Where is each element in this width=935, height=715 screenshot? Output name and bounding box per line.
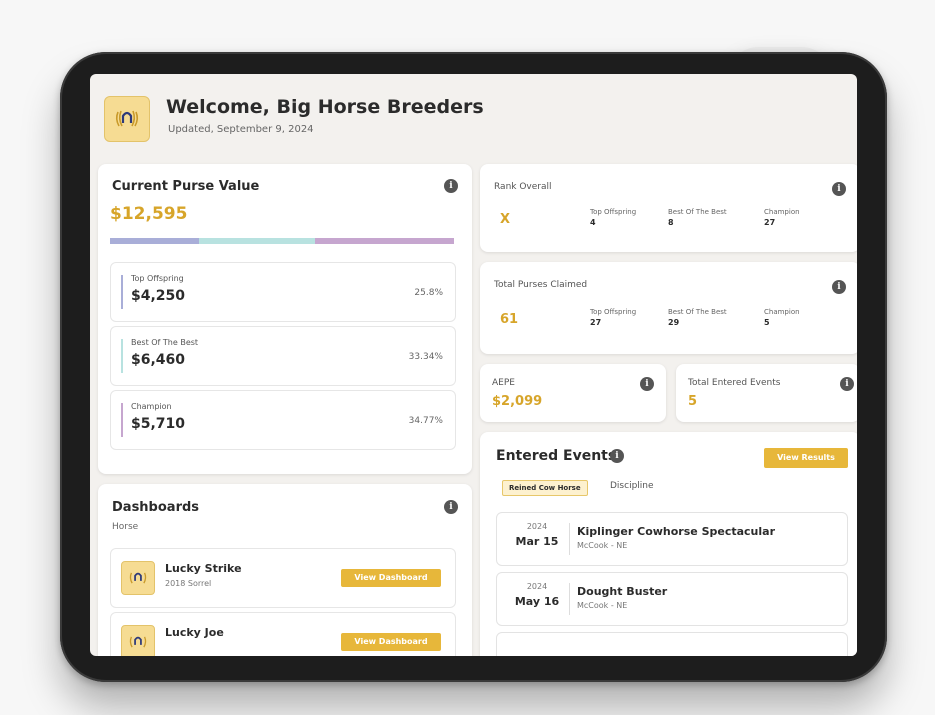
bar-segment-top-offspring — [110, 238, 200, 244]
claimed-stat-value: 27 — [590, 318, 602, 327]
rank-stat-value: 4 — [590, 218, 596, 227]
purse-item-percent: 34.77% — [408, 416, 443, 426]
info-icon[interactable]: i — [832, 182, 846, 196]
view-dashboard-button[interactable]: View Dashboard — [341, 633, 441, 651]
info-icon[interactable]: i — [832, 280, 846, 294]
horse-item[interactable]: Lucky Joe View Dashboard — [110, 612, 456, 656]
discipline-label: Discipline — [610, 481, 654, 491]
purse-item-top-offspring: Top Offspring $4,250 25.8% — [110, 262, 456, 322]
aepe-value: $2,099 — [492, 394, 543, 409]
claimed-stat-value: 5 — [764, 318, 770, 327]
purse-item-best-of-the-best: Best Of The Best $6,460 33.34% — [110, 326, 456, 386]
purse-item-label: Top Offspring — [131, 274, 184, 283]
accent-bar — [121, 339, 123, 373]
horse-item[interactable]: Lucky Strike 2018 Sorrel View Dashboard — [110, 548, 456, 608]
claimed-title: Total Purses Claimed — [494, 280, 588, 290]
page-title: Welcome, Big Horse Breeders — [166, 96, 484, 118]
info-icon[interactable]: i — [840, 377, 854, 391]
rank-overall-card: Rank Overall i X Top Offspring 4 Best Of… — [480, 164, 857, 252]
horse-logo-icon — [121, 625, 155, 656]
entered-total-value: 5 — [688, 394, 698, 409]
horse-name: Lucky Joe — [165, 626, 224, 639]
event-name: Dought Buster — [577, 585, 668, 598]
event-item[interactable]: 2024 May 16 Dought Buster McCook - NE — [496, 572, 848, 626]
claimed-stat-label: Top Offspring — [590, 308, 637, 316]
claimed-value: 61 — [500, 312, 519, 327]
purse-value: $12,595 — [110, 204, 188, 224]
purse-item-amount: $4,250 — [131, 288, 186, 304]
entered-events-card: Entered Events i View Results Reined Cow… — [480, 432, 857, 656]
purse-item-champion: Champion $5,710 34.77% — [110, 390, 456, 450]
claimed-stat-label: Champion — [764, 308, 800, 316]
aepe-title: AEPE — [492, 378, 515, 388]
entered-total-title: Total Entered Events — [688, 378, 781, 388]
brand-logo-icon — [104, 96, 150, 142]
bar-segment-best-of-the-best — [199, 238, 315, 244]
info-icon[interactable]: i — [444, 500, 458, 514]
purse-item-label: Best Of The Best — [131, 338, 199, 347]
bar-segment-champion — [314, 238, 454, 244]
event-date: Mar 15 — [515, 535, 559, 548]
dashboards-subtitle: Horse — [112, 522, 139, 532]
app-screen: Welcome, Big Horse Breeders Updated, Sep… — [90, 74, 857, 656]
dashboards-title: Dashboards — [112, 500, 200, 515]
purse-item-amount: $6,460 — [131, 352, 186, 368]
event-location: McCook - NE — [577, 541, 628, 550]
tablet-frame: Welcome, Big Horse Breeders Updated, Sep… — [60, 52, 887, 682]
rank-stat-label: Top Offspring — [590, 208, 637, 216]
aepe-card: AEPE i $2,099 — [480, 364, 666, 422]
purse-item-percent: 33.34% — [408, 352, 443, 362]
divider — [569, 523, 570, 555]
claimed-stat-label: Best Of The Best — [668, 308, 727, 316]
claimed-stat-value: 29 — [668, 318, 680, 327]
entered-events-title: Entered Events — [496, 448, 617, 464]
event-item[interactable] — [496, 632, 848, 656]
event-year: 2024 — [526, 522, 548, 531]
updated-date: Updated, September 9, 2024 — [168, 124, 314, 135]
rank-value: X — [500, 212, 511, 227]
discipline-filter-tag[interactable]: Reined Cow Horse — [502, 480, 588, 496]
info-icon[interactable]: i — [444, 179, 458, 193]
rank-stat-value: 27 — [764, 218, 776, 227]
horse-name: Lucky Strike — [165, 562, 242, 575]
event-name: Kiplinger Cowhorse Spectacular — [577, 525, 775, 538]
divider — [569, 583, 570, 615]
accent-bar — [121, 403, 123, 437]
info-icon[interactable]: i — [640, 377, 654, 391]
info-icon[interactable]: i — [610, 449, 624, 463]
event-year: 2024 — [526, 582, 548, 591]
purse-title: Current Purse Value — [112, 179, 260, 194]
rank-stat-label: Best Of The Best — [668, 208, 727, 216]
purse-distribution-bar — [110, 238, 454, 244]
purses-claimed-card: Total Purses Claimed i 61 Top Offspring … — [480, 262, 857, 354]
purse-item-amount: $5,710 — [131, 416, 186, 432]
event-location: McCook - NE — [577, 601, 628, 610]
view-dashboard-button[interactable]: View Dashboard — [341, 569, 441, 587]
total-entered-events-card: Total Entered Events i 5 — [676, 364, 857, 422]
purse-item-label: Champion — [131, 402, 172, 411]
event-item[interactable]: 2024 Mar 15 Kiplinger Cowhorse Spectacul… — [496, 512, 848, 566]
rank-stat-label: Champion — [764, 208, 800, 216]
purse-item-percent: 25.8% — [414, 288, 443, 298]
dashboards-card: Dashboards i Horse Lucky Strike 2018 Sor… — [98, 484, 472, 656]
accent-bar — [121, 275, 123, 309]
purse-card: Current Purse Value i $12,595 Top Offspr… — [98, 164, 472, 474]
rank-title: Rank Overall — [494, 182, 552, 192]
event-date: May 16 — [514, 595, 560, 608]
horse-logo-icon — [121, 561, 155, 595]
horse-detail: 2018 Sorrel — [165, 579, 212, 588]
view-results-button[interactable]: View Results — [764, 448, 848, 468]
rank-stat-value: 8 — [668, 218, 674, 227]
